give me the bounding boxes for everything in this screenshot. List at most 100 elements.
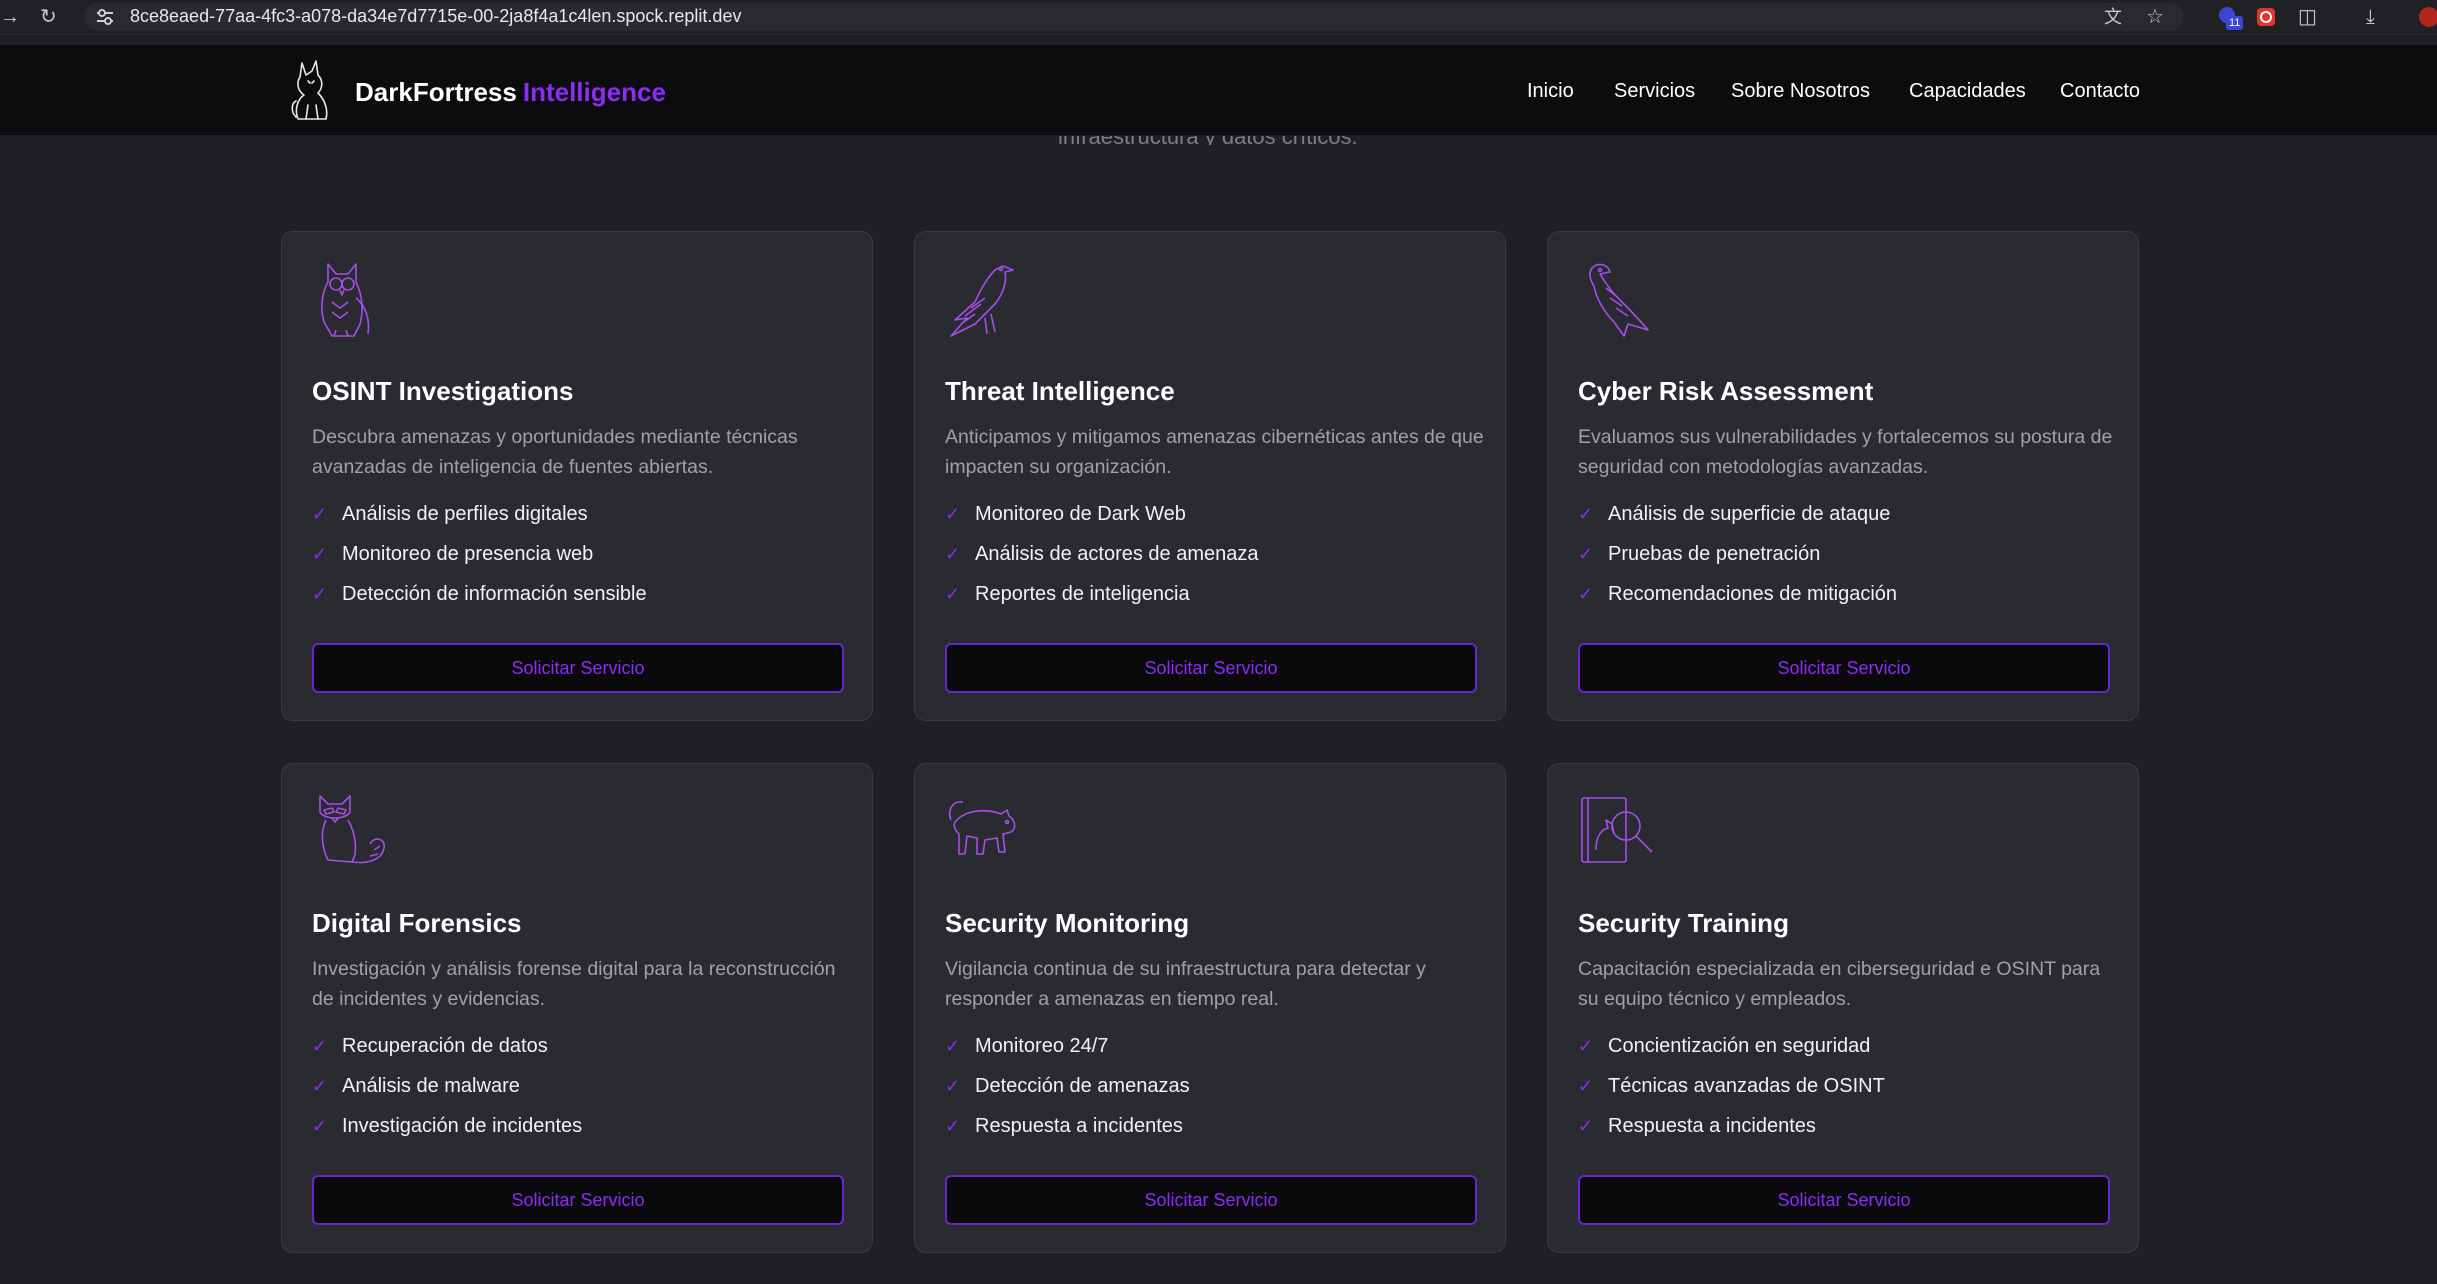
extension-icon[interactable]: 11 xyxy=(2216,6,2246,32)
request-service-button[interactable]: Solicitar Servicio xyxy=(312,1175,844,1225)
browser-toolbar: → ↻ 8ce8eaed-77aa-4fc3-a078-da34e7d7715e… xyxy=(0,0,2437,35)
extension-badge-count: 11 xyxy=(2226,16,2244,30)
check-icon: ✓ xyxy=(1578,1036,1594,1056)
feature-label: Detección de información sensible xyxy=(342,583,647,605)
check-icon: ✓ xyxy=(312,1116,328,1136)
feature-label: Monitoreo de presencia web xyxy=(342,543,594,565)
feature-item: ✓ Análisis de actores de amenaza xyxy=(945,534,1259,574)
back-arrow-icon[interactable]: → xyxy=(0,5,20,29)
raccoon-icon xyxy=(319,795,385,864)
card-title: OSINT Investigations xyxy=(312,376,574,406)
card-description: Descubra amenazas y oportunidades median… xyxy=(312,426,798,478)
check-icon: ✓ xyxy=(945,584,961,604)
nav-link-sobre-nosotros[interactable]: Sobre Nosotros xyxy=(1731,79,1870,103)
feature-item: ✓ Análisis de malware xyxy=(312,1066,582,1106)
feature-list: ✓ Recuperación de datos ✓ Análisis de malw… xyxy=(312,1026,582,1146)
url-text[interactable]: 8ce8eaed-77aa-4fc3-a078-da34e7d7715e-00-… xyxy=(130,5,741,27)
feature-label: Monitoreo de Dark Web xyxy=(975,503,1186,525)
site-settings-icon[interactable] xyxy=(96,9,114,25)
extension-red-icon[interactable] xyxy=(2255,6,2277,28)
feature-item: ✓ Técnicas avanzadas de OSINT xyxy=(1578,1066,1885,1106)
feature-item: ✓ Monitoreo de presencia web xyxy=(312,534,647,574)
feature-item: ✓ Investigación de incidentes xyxy=(312,1106,582,1146)
card-title: Security Monitoring xyxy=(945,908,1190,938)
feature-label: Análisis de actores de amenaza xyxy=(975,543,1259,565)
service-card-threat-intelligence: Threat Intelligence Anticipamos y mitiga… xyxy=(914,231,1506,721)
brand-name-accent: Intelligence xyxy=(522,77,666,107)
feature-label: Análisis de perfiles digitales xyxy=(342,503,588,525)
feature-label: Detección de amenazas xyxy=(975,1075,1190,1097)
nav-link-servicios[interactable]: Servicios xyxy=(1614,79,1695,103)
service-card-security-monitoring: Security Monitoring Vigilancia continua … xyxy=(914,763,1506,1253)
feature-label: Monitoreo 24/7 xyxy=(975,1035,1109,1057)
nav-link-capacidades[interactable]: Capacidades xyxy=(1909,79,2026,103)
feature-list: ✓ Monitoreo de Dark Web ✓ Análisis de acto… xyxy=(945,494,1259,614)
feature-list: ✓ Concientización en seguridad ✓ Técnicas … xyxy=(1578,1026,1885,1146)
feature-label: Respuesta a incidentes xyxy=(975,1115,1183,1137)
download-icon[interactable]: ⤓ xyxy=(2366,5,2375,29)
feature-label: Pruebas de penetración xyxy=(1608,543,1821,565)
card-title: Threat Intelligence xyxy=(945,376,1175,406)
brand-name[interactable]: DarkFortress Intelligence xyxy=(355,77,666,107)
feature-label: Recomendaciones de mitigación xyxy=(1608,583,1898,605)
book-magnifier-icon xyxy=(1581,797,1653,863)
feature-item: ✓ Respuesta a incidentes xyxy=(1578,1106,1885,1146)
check-icon: ✓ xyxy=(312,504,328,524)
wolf-logo-icon[interactable] xyxy=(288,59,332,121)
translate-icon[interactable]: 文 xyxy=(2104,5,2122,29)
feature-item: ✓ Monitoreo 24/7 xyxy=(945,1026,1190,1066)
check-icon: ✓ xyxy=(1578,1116,1594,1136)
check-icon: ✓ xyxy=(1578,504,1594,524)
feature-item: ✓ Reportes de inteligencia xyxy=(945,574,1259,614)
feature-item: ✓ Recomendaciones de mitigación xyxy=(1578,574,1897,614)
feature-label: Respuesta a incidentes xyxy=(1608,1115,1816,1137)
check-icon: ✓ xyxy=(945,544,961,564)
feature-item: ✓ Recuperación de datos xyxy=(312,1026,582,1066)
service-card-cyber-risk: Cyber Risk Assessment Evaluamos sus vuln… xyxy=(1547,231,2139,721)
request-service-button[interactable]: Solicitar Servicio xyxy=(945,643,1477,693)
check-icon: ✓ xyxy=(312,1076,328,1096)
feature-item: ✓ Análisis de superficie de ataque xyxy=(1578,494,1897,534)
card-description: Investigación y análisis forense digital… xyxy=(312,958,836,1010)
card-title: Digital Forensics xyxy=(312,908,522,938)
bookmark-star-icon[interactable]: ☆ xyxy=(2146,5,2164,29)
nav-link-contacto[interactable]: Contacto xyxy=(2060,79,2140,103)
reload-icon[interactable]: ↻ xyxy=(40,5,57,29)
check-icon: ✓ xyxy=(1578,584,1594,604)
card-description: Vigilancia continua de su infraestructur… xyxy=(945,958,1426,1010)
feature-list: ✓ Monitoreo 24/7 ✓ Detección de amenazas ✓… xyxy=(945,1026,1190,1146)
card-description: Anticipamos y mitigamos amenazas ciberné… xyxy=(945,426,1484,478)
feature-label: Recuperación de datos xyxy=(342,1035,548,1057)
service-card-digital-forensics: Digital Forensics Investigación y anális… xyxy=(281,763,873,1253)
brand-name-main: DarkFortress xyxy=(355,77,517,107)
nav-link-inicio[interactable]: Inicio xyxy=(1527,79,1574,103)
feature-label: Análisis de malware xyxy=(342,1075,520,1097)
request-service-button[interactable]: Solicitar Servicio xyxy=(1578,1175,2110,1225)
feature-item: ✓ Concientización en seguridad xyxy=(1578,1026,1885,1066)
feature-list: ✓ Análisis de perfiles digitales ✓ Monitor… xyxy=(312,494,647,614)
feature-label: Investigación de incidentes xyxy=(342,1115,583,1137)
check-icon: ✓ xyxy=(945,1036,961,1056)
feature-label: Análisis de superficie de ataque xyxy=(1608,503,1891,525)
eagle-icon xyxy=(1589,263,1649,337)
check-icon: ✓ xyxy=(312,584,328,604)
profile-avatar-icon[interactable] xyxy=(2418,6,2437,28)
service-card-security-training: Security Training Capacitación especiali… xyxy=(1547,763,2139,1253)
owl-icon xyxy=(321,263,370,337)
panther-icon xyxy=(948,800,1016,855)
feature-item: ✓ Respuesta a incidentes xyxy=(945,1106,1190,1146)
check-icon: ✓ xyxy=(312,544,328,564)
extensions-puzzle-icon[interactable]: ◫ xyxy=(2298,5,2317,29)
service-card-osint: OSINT Investigations Descubra amenazas y… xyxy=(281,231,873,721)
check-icon: ✓ xyxy=(945,504,961,524)
request-service-button[interactable]: Solicitar Servicio xyxy=(312,643,844,693)
feature-item: ✓ Detección de amenazas xyxy=(945,1066,1190,1106)
feature-item: ✓ Pruebas de penetración xyxy=(1578,534,1897,574)
check-icon: ✓ xyxy=(312,1036,328,1056)
feature-list: ✓ Análisis de superficie de ataque ✓ Prueb… xyxy=(1578,494,1897,614)
request-service-button[interactable]: Solicitar Servicio xyxy=(945,1175,1477,1225)
request-service-button[interactable]: Solicitar Servicio xyxy=(1578,643,2110,693)
feature-label: Reportes de inteligencia xyxy=(975,583,1190,605)
check-icon: ✓ xyxy=(945,1116,961,1136)
check-icon: ✓ xyxy=(1578,1076,1594,1096)
